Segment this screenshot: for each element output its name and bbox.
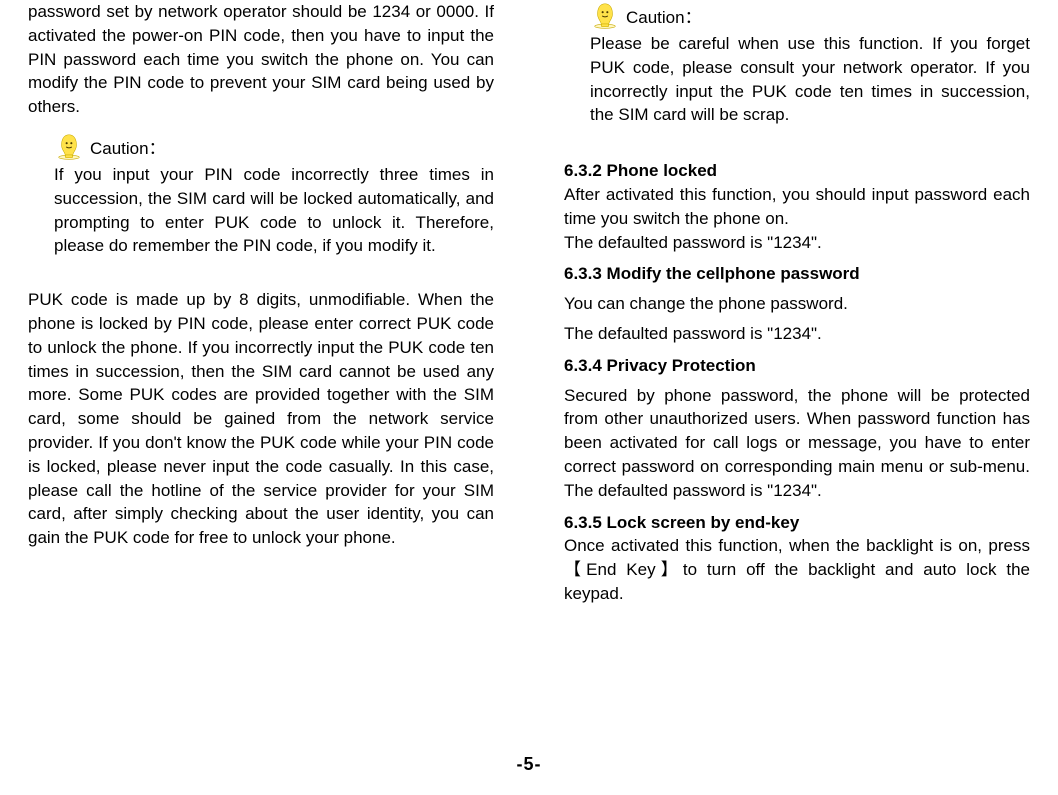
paragraph: Once activated this function, when the b… [564,534,1030,605]
paragraph: PUK code is made up by 8 digits, unmodif… [28,288,494,550]
paragraph: password set by network operator should … [28,0,494,119]
paragraph: The defaulted password is "1234". [564,322,1030,346]
caution-label: Caution： [90,137,166,161]
caution-icon [54,131,84,161]
heading-634: 6.3.4 Privacy Protection [564,354,1030,378]
heading-633: 6.3.3 Modify the cellphone password [564,262,1030,286]
page-number: -5- [0,752,1058,777]
paragraph: Secured by phone password, the phone wil… [564,384,1030,503]
paragraph: The defaulted password is "1234". [564,231,1030,255]
caution-block: Caution： Please be careful when use this… [564,0,1030,127]
paragraph: After activated this function, you shoul… [564,183,1030,231]
right-column: Caution： Please be careful when use this… [564,0,1030,606]
heading-635: 6.3.5 Lock screen by end-key [564,511,1030,535]
heading-632: 6.3.2 Phone locked [564,159,1030,183]
caution-label: Caution： [626,6,702,30]
caution-text: Please be careful when use this function… [590,32,1030,127]
paragraph: You can change the phone password. [564,292,1030,316]
caution-icon [590,0,620,30]
caution-block: Caution： If you input your PIN code inco… [28,131,494,258]
left-column: password set by network operator should … [28,0,494,606]
caution-text: If you input your PIN code incorrectly t… [54,163,494,258]
